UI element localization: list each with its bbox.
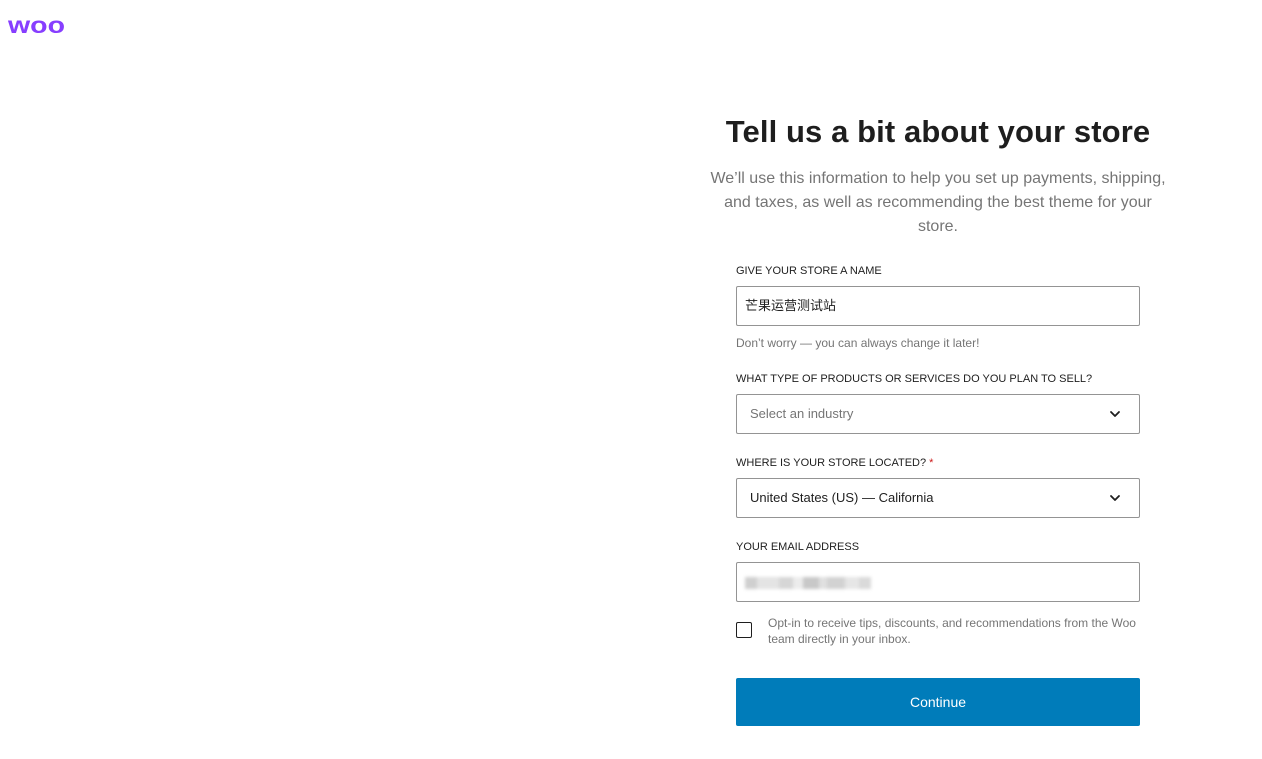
location-label-text: WHERE IS YOUR STORE LOCATED? <box>736 457 927 469</box>
required-indicator: * <box>929 457 934 469</box>
location-select[interactable]: United States (US) — California <box>736 478 1140 518</box>
redacted-email-value <box>745 577 871 589</box>
industry-placeholder: Select an industry <box>750 406 854 421</box>
opt-in-label: Opt-in to receive tips, discounts, and r… <box>768 616 1136 646</box>
woo-logo: woo <box>8 14 65 38</box>
logo-text: woo <box>8 14 65 38</box>
email-label: YOUR EMAIL ADDRESS <box>736 541 860 553</box>
email-input[interactable] <box>736 562 1140 602</box>
industry-label: WHAT TYPE OF PRODUCTS OR SERVICES DO YOU… <box>736 373 1093 385</box>
industry-select[interactable]: Select an industry <box>736 394 1140 434</box>
opt-in-checkbox[interactable] <box>736 622 752 638</box>
location-value: United States (US) — California <box>750 490 934 505</box>
store-name-input[interactable]: 芒果运营测试站 <box>736 286 1140 326</box>
store-name-label: GIVE YOUR STORE A NAME <box>736 265 882 277</box>
continue-button[interactable]: Continue <box>736 678 1140 726</box>
chevron-down-icon <box>1110 495 1120 501</box>
store-details-page: woo Tell us a bit about your store We’ll… <box>0 0 1262 759</box>
store-name-value: 芒果运营测试站 <box>745 298 837 313</box>
store-name-help: Don’t worry — you can always change it l… <box>736 336 980 350</box>
location-label: WHERE IS YOUR STORE LOCATED? * <box>736 456 933 470</box>
page-subtitle: We’ll use this information to help you s… <box>710 170 1166 235</box>
page-title: Tell us a bit about your store <box>725 114 1151 149</box>
chevron-down-icon <box>1110 411 1120 417</box>
intro-section: Tell us a bit about your store We’ll use… <box>698 112 1178 239</box>
